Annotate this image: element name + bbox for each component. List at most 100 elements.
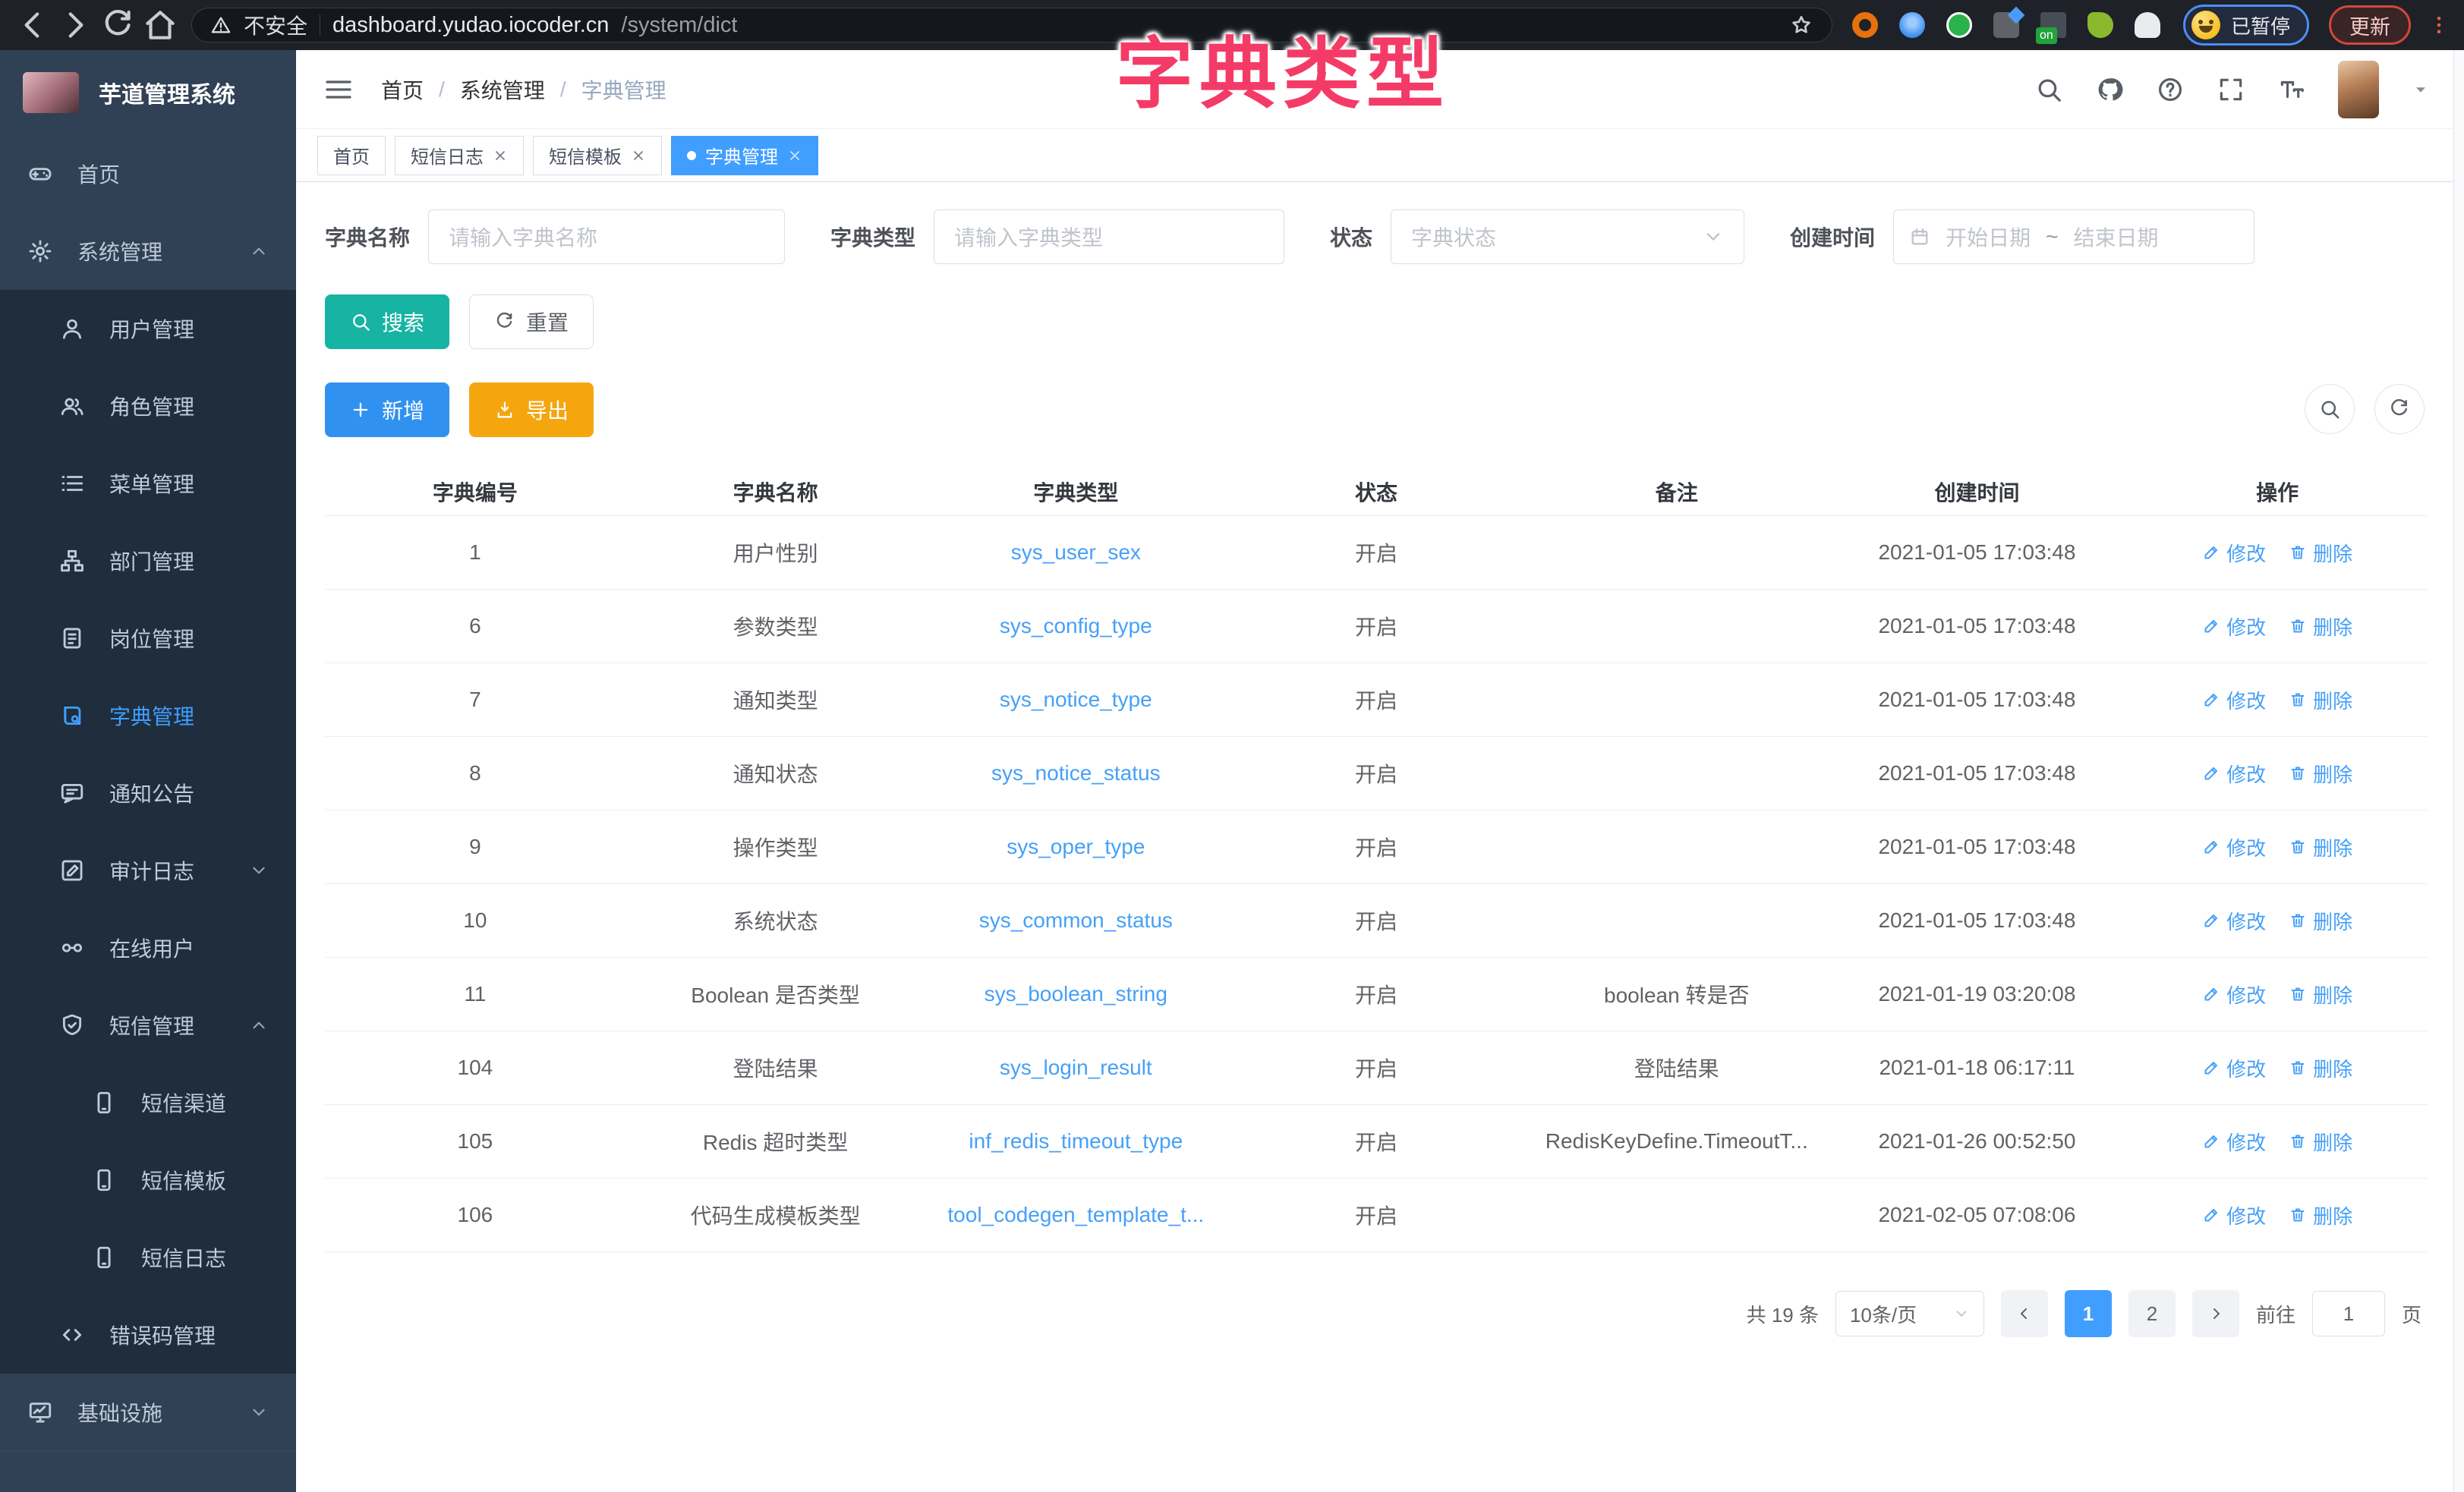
delete-link[interactable]: 删除: [2289, 612, 2352, 641]
extension-icon[interactable]: [1852, 12, 1878, 38]
sidebar-item-code[interactable]: 错误码管理: [0, 1296, 296, 1374]
sidebar-item-dashboard[interactable]: 首页: [0, 135, 296, 212]
browser-menu-icon[interactable]: [2428, 14, 2450, 36]
search-button[interactable]: 搜索: [325, 294, 449, 349]
edit-link[interactable]: 修改: [2202, 686, 2266, 714]
dict-type-input[interactable]: 请输入字典类型: [934, 209, 1284, 264]
table-row: 106代码生成模板类型tool_codegen_template_t...开启2…: [325, 1179, 2428, 1252]
close-icon[interactable]: [631, 148, 646, 163]
breadcrumb-home[interactable]: 首页: [381, 74, 424, 105]
sidebar-item-shield[interactable]: 短信管理: [0, 987, 296, 1064]
sidebar-item-user[interactable]: 用户管理: [0, 290, 296, 367]
sidebar-item-dict[interactable]: 字典管理: [0, 677, 296, 754]
browser-forward-icon[interactable]: [56, 6, 94, 44]
reset-button[interactable]: 重置: [469, 294, 594, 349]
add-button[interactable]: 新增: [325, 382, 449, 437]
tab-item[interactable]: 短信日志: [395, 136, 524, 175]
browser-back-icon[interactable]: [14, 6, 52, 44]
sidebar-item-audit[interactable]: 审计日志: [0, 832, 296, 909]
tab-item[interactable]: 短信模板: [533, 136, 662, 175]
sidebar-item-tree[interactable]: 部门管理: [0, 522, 296, 600]
url-bar[interactable]: 不安全 dashboard.yudao.iocoder.cn /system/d…: [191, 8, 1832, 42]
sidebar-item-monitor[interactable]: 基础设施: [0, 1374, 296, 1451]
sidebar-menu: 首页系统管理用户管理角色管理菜单管理部门管理岗位管理字典管理通知公告审计日志在线…: [0, 135, 296, 1492]
sidebar-item-list[interactable]: 菜单管理: [0, 445, 296, 522]
browser-update-button[interactable]: 更新: [2329, 5, 2411, 45]
cell-type[interactable]: sys_notice_type: [925, 688, 1226, 712]
sidebar-item-phone[interactable]: 短信渠道: [0, 1064, 296, 1141]
browser-home-icon[interactable]: [141, 6, 179, 44]
page-size-select[interactable]: 10条/页: [1835, 1291, 1984, 1336]
cell-type[interactable]: inf_redis_timeout_type: [925, 1129, 1226, 1154]
show-search-button[interactable]: [2305, 384, 2355, 434]
delete-link[interactable]: 删除: [2289, 1128, 2352, 1156]
close-icon[interactable]: [787, 148, 802, 163]
sidebar-item-users[interactable]: 角色管理: [0, 367, 296, 445]
goto-page-input[interactable]: 1: [2312, 1291, 2385, 1336]
delete-link[interactable]: 删除: [2289, 833, 2352, 861]
scrollbar[interactable]: [2453, 50, 2464, 1492]
cell-type[interactable]: tool_codegen_template_t...: [925, 1203, 1226, 1227]
extension-icon[interactable]: [2087, 12, 2113, 38]
cell-type[interactable]: sys_oper_type: [925, 835, 1226, 859]
page-button-2[interactable]: 2: [2128, 1290, 2176, 1337]
cell-type[interactable]: sys_common_status: [925, 908, 1226, 933]
cell-type[interactable]: sys_login_result: [925, 1056, 1226, 1080]
date-range-input[interactable]: 开始日期 ~ 结束日期: [1893, 209, 2254, 264]
browser-reload-icon[interactable]: [99, 6, 137, 44]
bookmark-star-icon[interactable]: [1789, 13, 1813, 37]
fullscreen-icon[interactable]: [2217, 75, 2245, 104]
edit-link[interactable]: 修改: [2202, 907, 2266, 935]
delete-link[interactable]: 删除: [2289, 1054, 2352, 1082]
font-size-icon[interactable]: [2277, 75, 2306, 104]
sidebar-item-post[interactable]: 岗位管理: [0, 600, 296, 677]
edit-link[interactable]: 修改: [2202, 539, 2266, 567]
next-page-button[interactable]: [2192, 1290, 2239, 1337]
sidebar-toggle-icon[interactable]: [323, 74, 354, 105]
close-icon[interactable]: [493, 148, 508, 163]
header-search-icon[interactable]: [2034, 75, 2063, 104]
cell-status: 开启: [1226, 1200, 1527, 1230]
page-button-1[interactable]: 1: [2065, 1290, 2112, 1337]
delete-link[interactable]: 删除: [2289, 686, 2352, 714]
delete-link[interactable]: 删除: [2289, 1201, 2352, 1229]
edit-link[interactable]: 修改: [2202, 833, 2266, 861]
cell-type[interactable]: sys_notice_status: [925, 761, 1226, 785]
extension-icon[interactable]: [1899, 12, 1925, 38]
breadcrumb-system[interactable]: 系统管理: [460, 74, 545, 105]
edit-link[interactable]: 修改: [2202, 1128, 2266, 1156]
edit-link[interactable]: 修改: [2202, 1201, 2266, 1229]
status-select[interactable]: 字典状态: [1391, 209, 1744, 264]
delete-link[interactable]: 删除: [2289, 981, 2352, 1009]
tab-item[interactable]: 首页: [317, 136, 386, 175]
extension-icon[interactable]: [1946, 12, 1972, 38]
sidebar-item-notice[interactable]: 通知公告: [0, 754, 296, 832]
extension-icon[interactable]: [2135, 12, 2160, 38]
cell-type[interactable]: sys_config_type: [925, 614, 1226, 638]
edit-link[interactable]: 修改: [2202, 981, 2266, 1009]
sidebar-item-gear[interactable]: 系统管理: [0, 212, 296, 290]
github-icon[interactable]: [2095, 75, 2124, 104]
sidebar-item-online[interactable]: 在线用户: [0, 909, 296, 987]
tab-active[interactable]: 字典管理: [671, 136, 818, 175]
cell-type[interactable]: sys_user_sex: [925, 540, 1226, 565]
refresh-table-button[interactable]: [2374, 384, 2425, 434]
extension-icon[interactable]: [2040, 12, 2066, 38]
edit-link[interactable]: 修改: [2202, 1054, 2266, 1082]
help-icon[interactable]: [2156, 75, 2185, 104]
dict-name-input[interactable]: 请输入字典名称: [428, 209, 785, 264]
sidebar-item-phone[interactable]: 短信日志: [0, 1219, 296, 1296]
delete-link[interactable]: 删除: [2289, 760, 2352, 788]
cell-type[interactable]: sys_boolean_string: [925, 982, 1226, 1006]
delete-link[interactable]: 删除: [2289, 539, 2352, 567]
export-button[interactable]: 导出: [469, 382, 594, 437]
edit-link[interactable]: 修改: [2202, 760, 2266, 788]
sidebar-item-phone[interactable]: 短信模板: [0, 1141, 296, 1219]
profile-paused-badge[interactable]: 已暂停: [2183, 5, 2309, 46]
prev-page-button[interactable]: [2001, 1290, 2048, 1337]
user-avatar[interactable]: [2338, 61, 2379, 118]
delete-link[interactable]: 删除: [2289, 907, 2352, 935]
avatar-caret-icon[interactable]: [2411, 80, 2431, 99]
extension-icon[interactable]: [1993, 12, 2019, 38]
edit-link[interactable]: 修改: [2202, 612, 2266, 641]
